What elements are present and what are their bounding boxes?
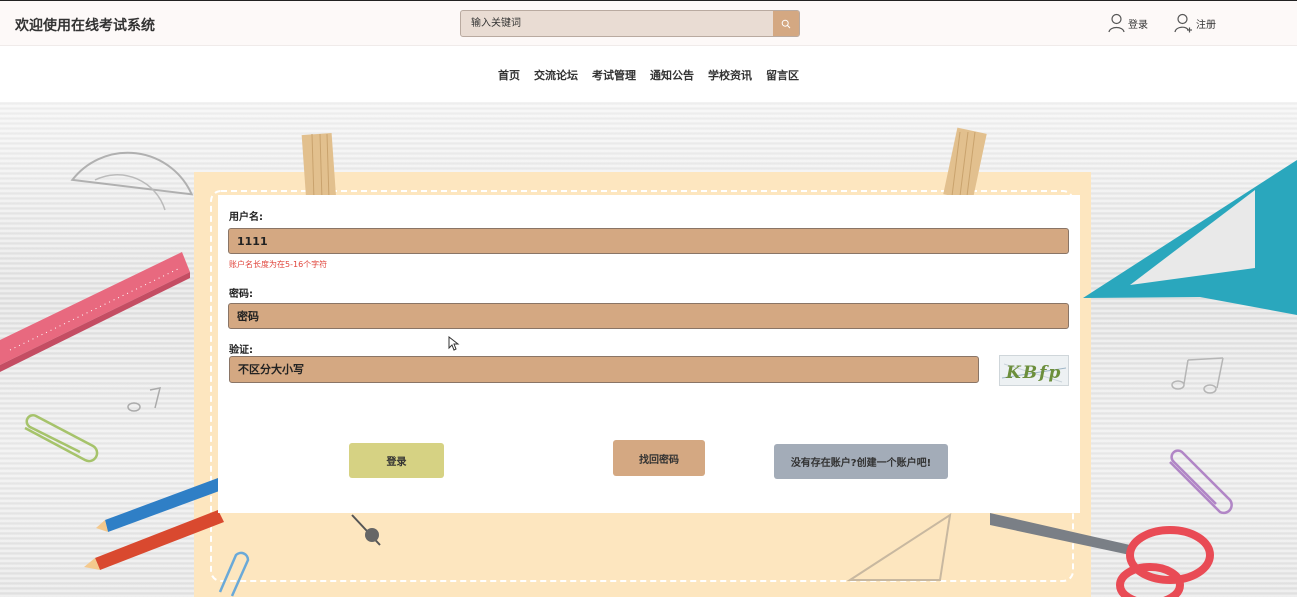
captcha-label: 验证: xyxy=(229,345,253,356)
paperclip-green xyxy=(24,414,99,463)
nav-item-news[interactable]: 学校资讯 xyxy=(708,67,752,83)
user-icon xyxy=(1108,13,1125,33)
search-box xyxy=(460,10,800,37)
create-account-button[interactable]: 没有存在账户?创建一个账户吧! xyxy=(774,444,948,479)
password-label: 密码: xyxy=(229,289,253,300)
username-error-text: 账户名长度为在5-16个字符 xyxy=(229,260,328,269)
login-link-label: 登录 xyxy=(1128,19,1148,31)
music-note-right xyxy=(1171,357,1224,394)
main-nav: 首页 交流论坛 考试管理 通知公告 学校资讯 留言区 xyxy=(0,46,1297,102)
login-form-card: 用户名: 账户名长度为在5-16个字符 密码: 验证: KBfp 登录 找回密码… xyxy=(218,195,1080,513)
teal-set-square xyxy=(1083,160,1297,315)
music-note-left xyxy=(127,387,162,412)
search-icon xyxy=(781,19,791,28)
captcha-text: KBfp xyxy=(1005,363,1062,383)
clothes-pin-left xyxy=(301,133,337,203)
site-title: 欢迎使用在线考试系统 xyxy=(15,18,155,34)
captcha-image[interactable]: KBfp xyxy=(999,355,1069,386)
register-link-label: 注册 xyxy=(1196,19,1216,31)
login-button[interactable]: 登录 xyxy=(349,443,444,478)
login-link[interactable]: 登录 xyxy=(1108,12,1148,34)
password-input[interactable] xyxy=(228,303,1069,329)
search-button[interactable] xyxy=(773,11,799,36)
paperclip-purple xyxy=(1169,449,1233,515)
username-label: 用户名: xyxy=(229,212,263,223)
captcha-input[interactable] xyxy=(229,356,979,383)
register-link[interactable]: 注册 xyxy=(1174,12,1216,34)
top-header: 欢迎使用在线考试系统 登录 注册 xyxy=(0,0,1297,46)
forgot-password-button[interactable]: 找回密码 xyxy=(613,440,705,476)
red-ruler xyxy=(0,252,190,372)
protractor xyxy=(70,151,194,211)
nav-item-exam[interactable]: 考试管理 xyxy=(592,67,636,83)
username-input[interactable] xyxy=(228,228,1069,254)
search-input[interactable] xyxy=(461,11,774,36)
mouse-cursor-icon xyxy=(448,336,460,351)
user-add-icon xyxy=(1174,13,1192,33)
nav-item-messages[interactable]: 留言区 xyxy=(766,67,799,83)
captcha-graphic: KBfp xyxy=(1001,363,1067,383)
nav-item-forum[interactable]: 交流论坛 xyxy=(534,67,578,83)
nav-item-notice[interactable]: 通知公告 xyxy=(650,67,694,83)
nav-item-home[interactable]: 首页 xyxy=(498,67,520,83)
